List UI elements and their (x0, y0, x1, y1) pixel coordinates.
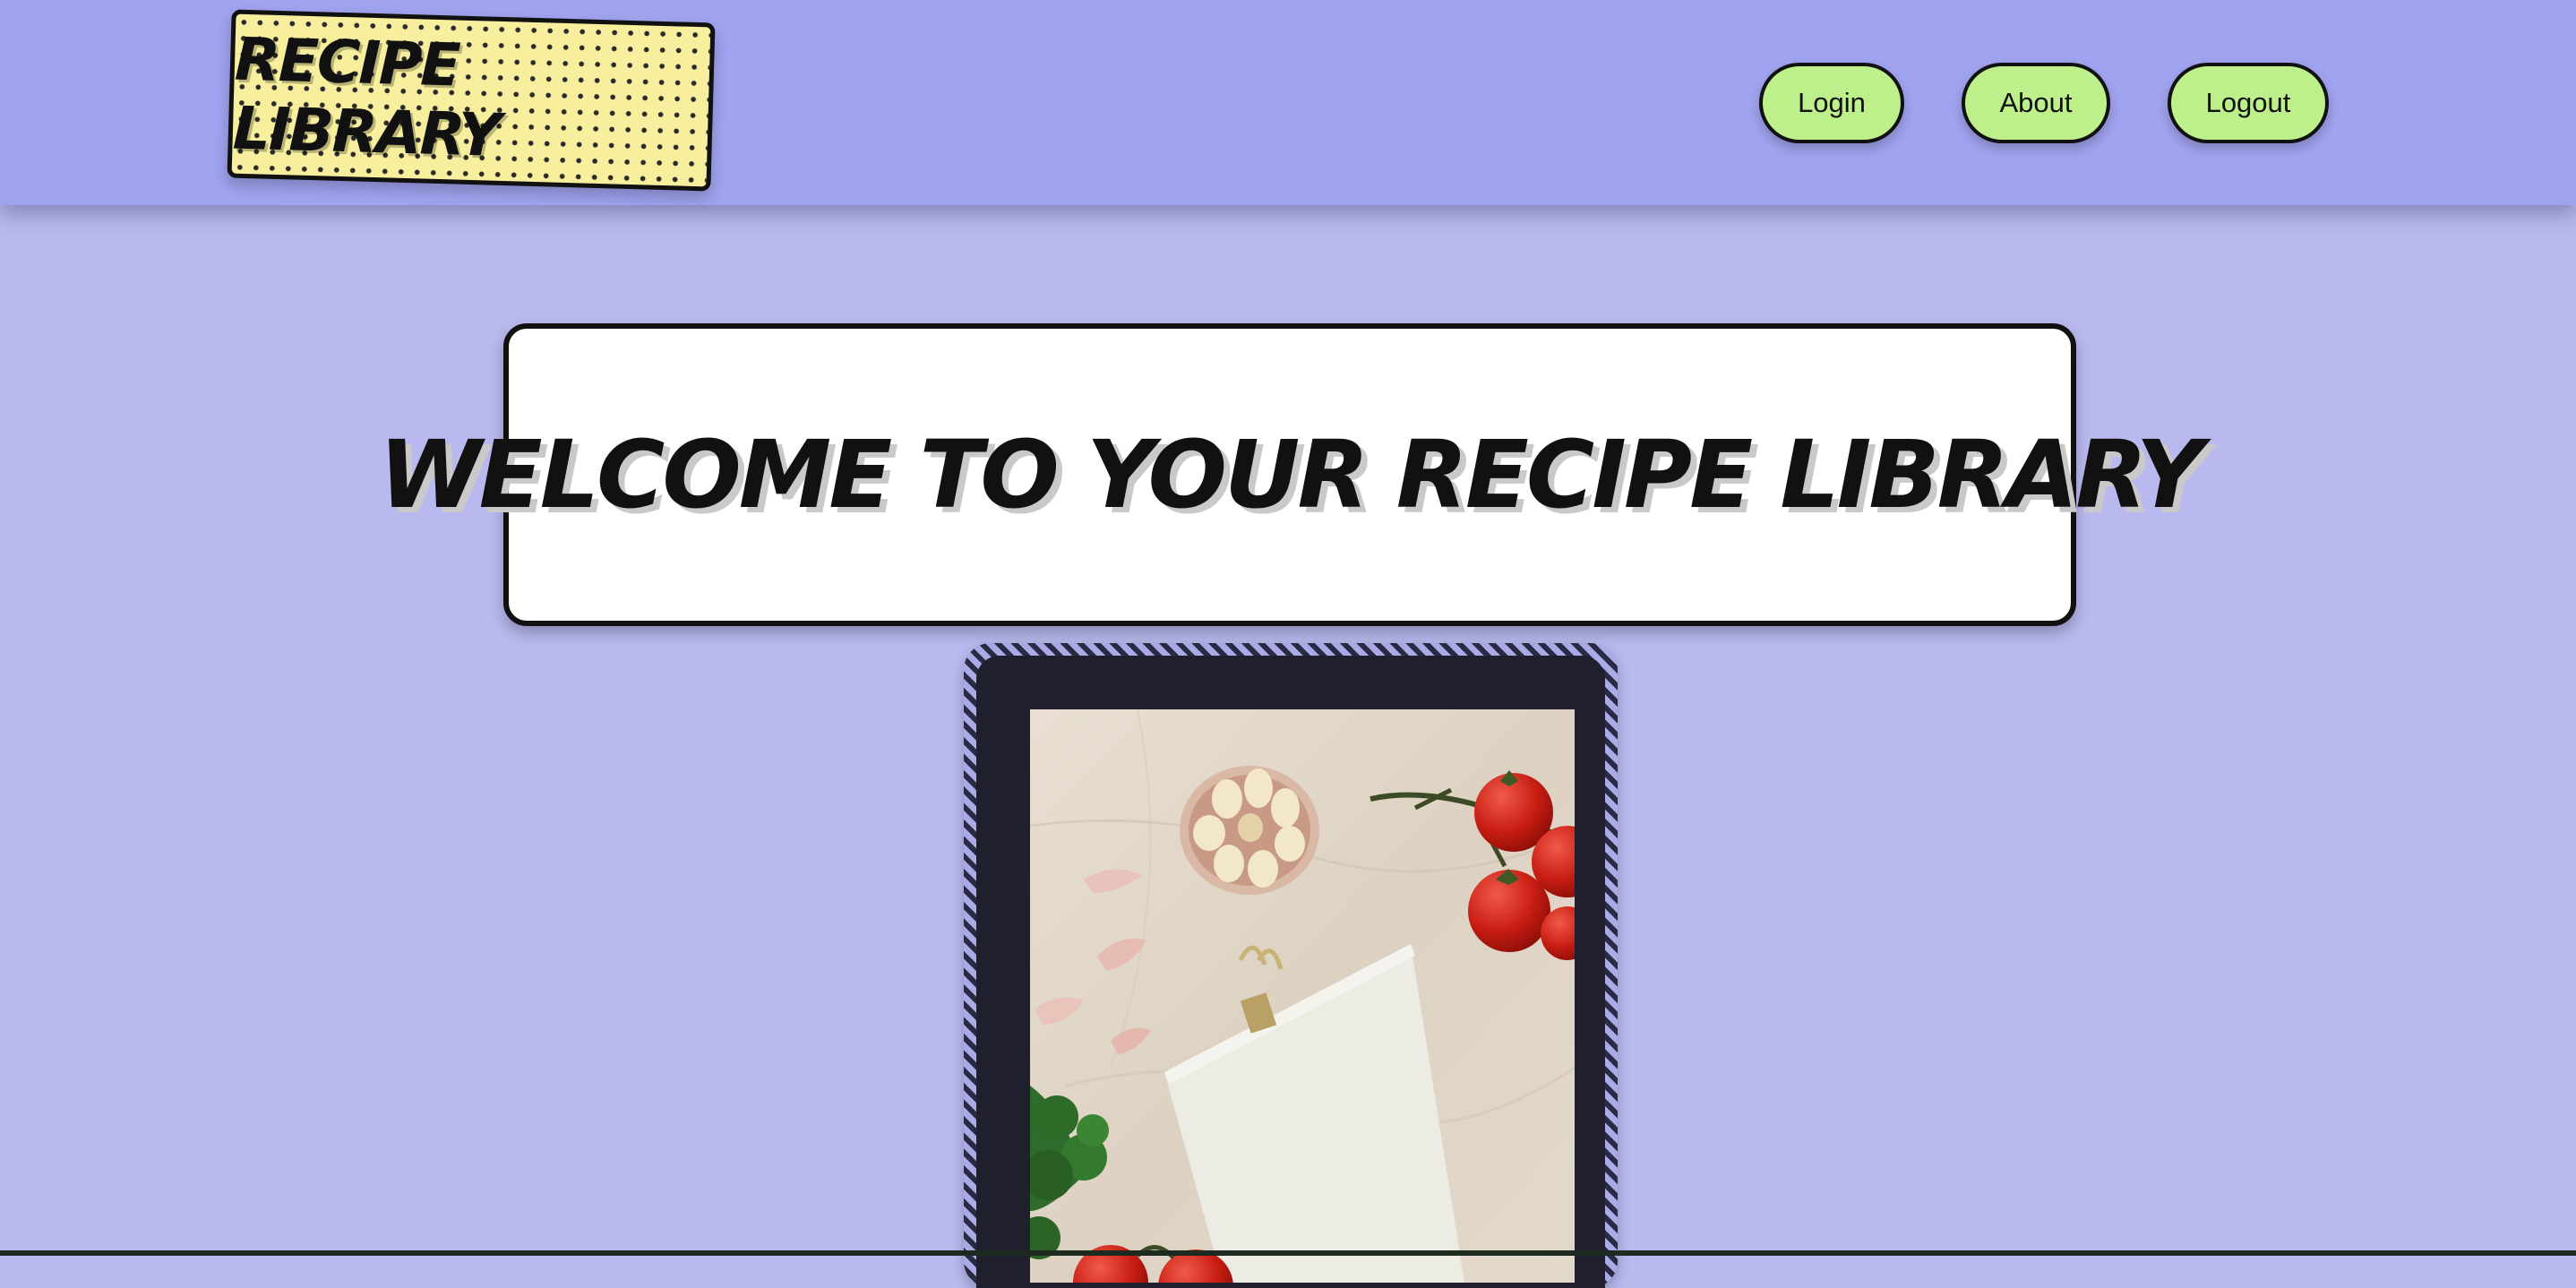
recipe-ingredients-illustration (1030, 709, 1575, 1283)
logout-button[interactable]: Logout (2168, 63, 2329, 143)
site-logo-text: Recipe Library (231, 24, 501, 170)
hero-photo (1030, 709, 1575, 1283)
about-button[interactable]: About (1962, 63, 2110, 143)
welcome-banner: Welcome to your recipe library (379, 323, 2203, 626)
welcome-title: Welcome to your recipe library (378, 420, 2203, 529)
site-header: Recipe Library Login About Logout (0, 0, 2576, 205)
page-bottom-edge (0, 1250, 2576, 1256)
garlic-bulb-icon (1180, 766, 1319, 895)
hero-photo-mat (976, 656, 1605, 1288)
site-logo[interactable]: Recipe Library (227, 9, 716, 192)
login-button[interactable]: Login (1759, 63, 1904, 143)
hero-photo-frame (964, 643, 1618, 1288)
